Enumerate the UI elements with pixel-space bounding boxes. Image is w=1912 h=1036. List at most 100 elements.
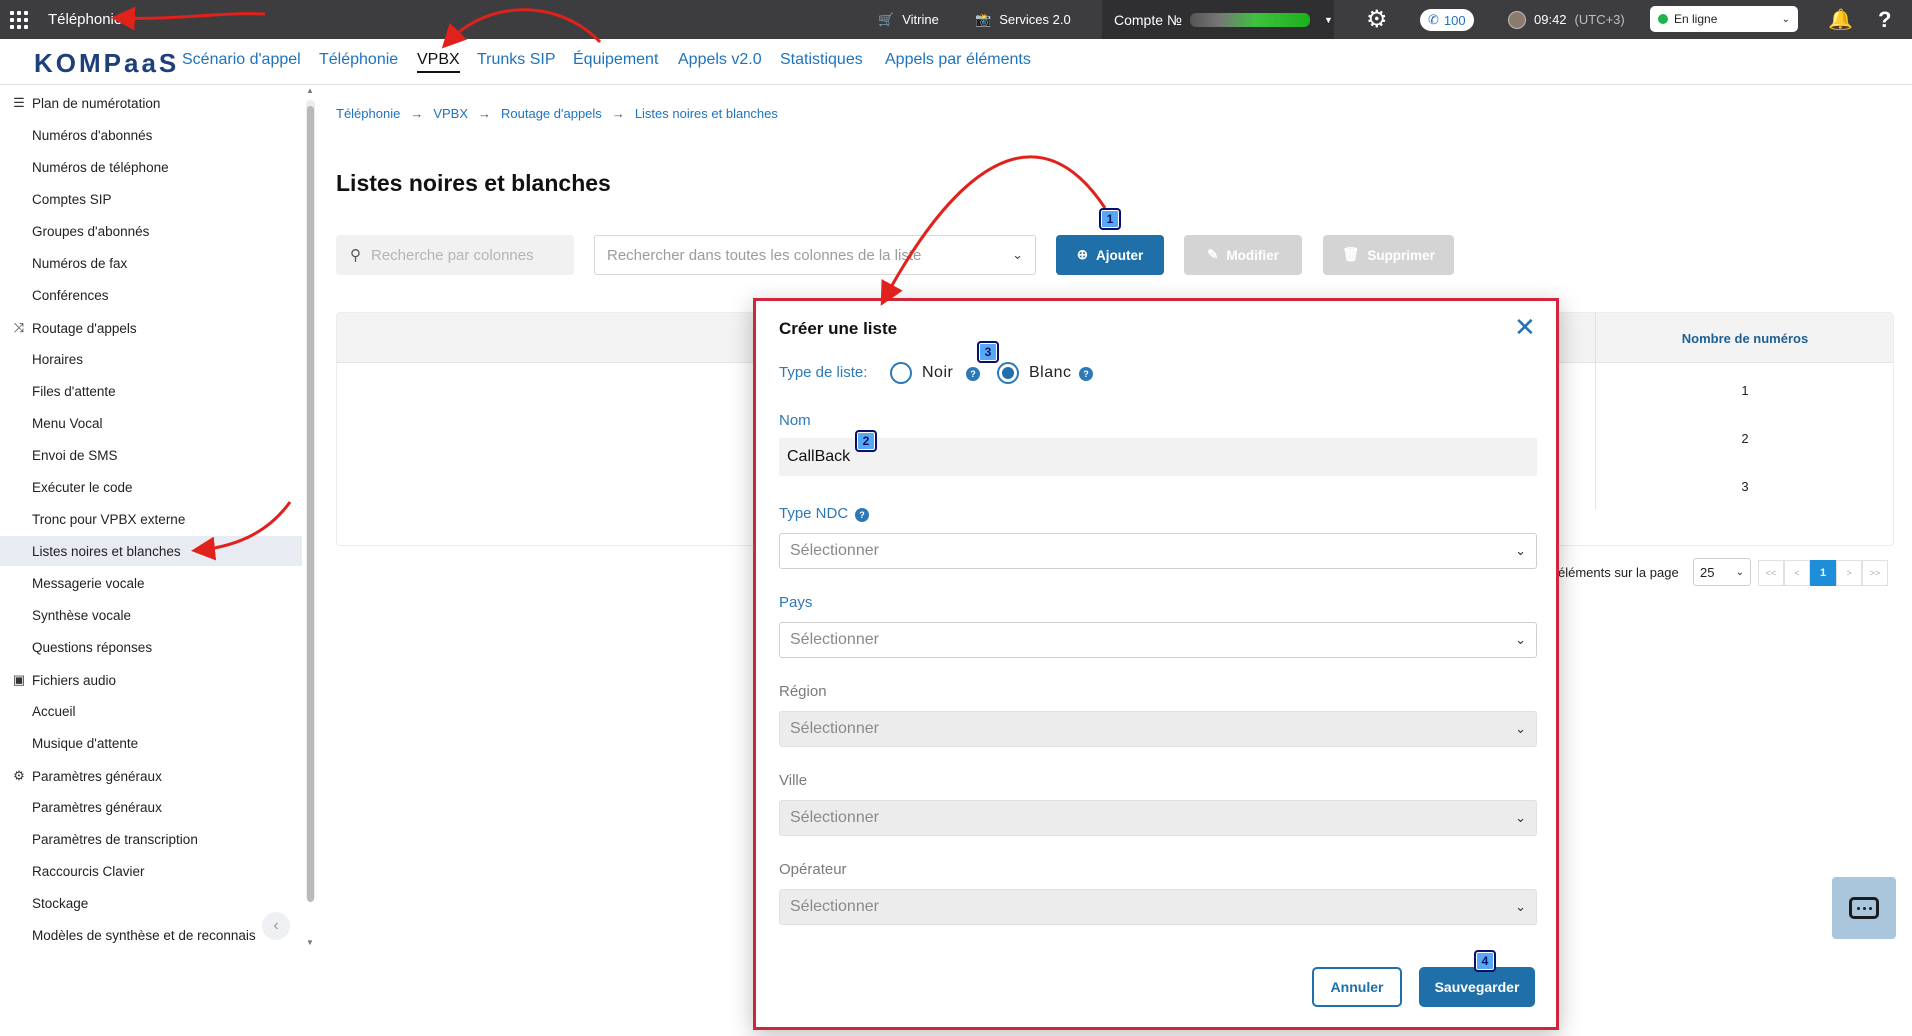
search-columns-input[interactable]: ⚲ Recherche par colonnes xyxy=(336,235,574,275)
sidebar-item-numeros-fax[interactable]: Numéros de fax xyxy=(0,248,302,278)
sidebar-item-questions-reponses[interactable]: Questions réponses xyxy=(0,632,302,662)
cancel-button[interactable]: Annuler xyxy=(1312,967,1402,1007)
sidebar-section-routage[interactable]: ⤨ Routage d'appels xyxy=(0,313,302,343)
tab-statistiques[interactable]: Statistiques xyxy=(780,51,863,69)
app-root: Téléphonie 🛒 Vitrine 📸 Services 2.0 Comp… xyxy=(0,0,1912,1036)
scrollbar-thumb[interactable] xyxy=(307,106,314,902)
region-label: Région xyxy=(779,683,827,700)
delete-button[interactable]: 🗑 Supprimer xyxy=(1323,235,1454,275)
column-header-count[interactable]: Nombre de numéros xyxy=(1596,313,1894,363)
help-blanc-icon[interactable]: ? xyxy=(1079,367,1093,381)
calls-counter[interactable]: ✆ 100 xyxy=(1420,9,1474,31)
sidebar-item-messagerie-vocale[interactable]: Messagerie vocale xyxy=(0,568,302,598)
scroll-up-icon[interactable]: ▲ xyxy=(306,86,314,95)
clock-timezone: (UTC+3) xyxy=(1574,12,1625,27)
breadcrumb-vpbx[interactable]: VPBX xyxy=(433,106,468,121)
sidebar-item-conferences[interactable]: Conférences xyxy=(0,280,302,310)
scroll-down-icon[interactable]: ▼ xyxy=(306,938,314,947)
chevron-down-icon: ⌄ xyxy=(1515,543,1526,558)
sidebar-item-groupes-abonnes[interactable]: Groupes d'abonnés xyxy=(0,216,302,246)
tab-appels-v2[interactable]: Appels v2.0 xyxy=(678,51,762,69)
table-row[interactable]: 1 xyxy=(1596,383,1894,398)
name-input[interactable]: CallBack xyxy=(779,438,1537,476)
sidebar-item-stockage[interactable]: Stockage xyxy=(0,888,302,918)
page-next-button[interactable]: > xyxy=(1836,560,1862,586)
sidebar-item-listes-noires-blanches[interactable]: Listes noires et blanches xyxy=(0,536,302,566)
status-select[interactable]: En ligne ⌄ xyxy=(1650,6,1798,32)
app-title[interactable]: Téléphonie xyxy=(48,0,122,39)
sidebar-item-parametres-transcription[interactable]: Paramètres de transcription xyxy=(0,824,302,854)
tab-telephonie[interactable]: Téléphonie xyxy=(319,51,398,69)
sidebar-item-parametres-generaux[interactable]: Paramètres généraux xyxy=(0,792,302,822)
sidebar-item-comptes-sip[interactable]: Comptes SIP xyxy=(0,184,302,214)
account-selector[interactable]: Compte № ▼ xyxy=(1102,0,1334,39)
sidebar-item-files-attente[interactable]: Files d'attente xyxy=(0,376,302,406)
sidebar-item-raccourcis-clavier[interactable]: Raccourcis Clavier xyxy=(0,856,302,886)
country-select[interactable]: Sélectionner ⌄ xyxy=(779,622,1537,658)
user-clock[interactable]: 09:42 (UTC+3) xyxy=(1508,0,1625,39)
sidebar-item-executer-code[interactable]: Exécuter le code xyxy=(0,472,302,502)
operator-select[interactable]: Sélectionner ⌄ xyxy=(779,889,1537,925)
sidebar-section-numerotation[interactable]: ☰ Plan de numérotation xyxy=(0,88,302,118)
page-current-button[interactable]: 1 xyxy=(1810,560,1836,586)
tab-scenario[interactable]: Scénario d'appel xyxy=(182,51,301,69)
sidebar-item-horaires[interactable]: Horaires xyxy=(0,344,302,374)
page-first-button[interactable]: << xyxy=(1758,560,1784,586)
per-page-select[interactable]: 25 ⌄ xyxy=(1693,558,1751,586)
ndc-type-label: Type NDC xyxy=(779,505,849,522)
sidebar-item-tronc-vpbx[interactable]: Tronc pour VPBX externe xyxy=(0,504,302,534)
trash-icon: 🗑 xyxy=(1342,247,1360,262)
vitrine-link[interactable]: 🛒 Vitrine xyxy=(878,0,939,39)
page-prev-button[interactable]: < xyxy=(1784,560,1810,586)
sidebar-item-accueil[interactable]: Accueil xyxy=(0,696,302,726)
sidebar-item-synthese-vocale[interactable]: Synthèse vocale xyxy=(0,600,302,630)
sidebar-item-numeros-telephone[interactable]: Numéros de téléphone xyxy=(0,152,302,182)
bell-icon[interactable]: 🔔 xyxy=(1828,0,1853,39)
region-select[interactable]: Sélectionner ⌄ xyxy=(779,711,1537,747)
chat-support-button[interactable] xyxy=(1832,877,1896,939)
sidebar-section-parametres[interactable]: ⚙ Paramètres généraux xyxy=(0,761,302,791)
sidebar-item-menu-vocal[interactable]: Menu Vocal xyxy=(0,408,302,438)
help-icon[interactable]: ? xyxy=(1878,0,1891,39)
page-last-button[interactable]: >> xyxy=(1862,560,1888,586)
sidebar-scrollbar[interactable] xyxy=(306,100,315,902)
sidebar-section-fichiers-audio[interactable]: ▣ Fichiers audio xyxy=(0,665,302,695)
settings-gear-icon[interactable]: ⚙ xyxy=(1366,0,1388,39)
services-label: Services 2.0 xyxy=(999,12,1071,27)
tab-trunks-sip[interactable]: Trunks SIP xyxy=(477,51,556,69)
close-icon[interactable]: ✕ xyxy=(1514,314,1536,340)
help-noir-icon[interactable]: ? xyxy=(966,367,980,381)
services-link[interactable]: 📸 Services 2.0 xyxy=(975,0,1071,39)
radio-noir[interactable] xyxy=(890,362,912,384)
tab-appels-par-elements[interactable]: Appels par éléments xyxy=(885,51,1031,69)
apps-grid-icon[interactable] xyxy=(10,0,30,39)
radio-noir-label[interactable]: Noir xyxy=(922,364,953,382)
sidebar-item-modeles-synthese[interactable]: Modèles de synthèse et de reconnais xyxy=(0,920,302,950)
breadcrumb-telephonie[interactable]: Téléphonie xyxy=(336,106,400,121)
sidebar-item-numeros-abonnes[interactable]: Numéros d'abonnés xyxy=(0,120,302,150)
logo[interactable]: KOMPaaS xyxy=(34,48,179,79)
edit-button[interactable]: ✎ Modifier xyxy=(1184,235,1302,275)
top-bar: Téléphonie 🛒 Vitrine 📸 Services 2.0 Comp… xyxy=(0,0,1912,39)
step-badge-4: 4 xyxy=(1474,950,1496,972)
help-ndc-icon[interactable]: ? xyxy=(855,508,869,522)
radio-blanc[interactable] xyxy=(997,362,1019,384)
search-all-select[interactable]: Rechercher dans toutes les colonnes de l… xyxy=(594,235,1036,275)
collapse-sidebar-icon[interactable]: ‹ xyxy=(262,912,290,940)
radio-blanc-label[interactable]: Blanc xyxy=(1029,364,1072,382)
tab-equipement[interactable]: Équipement xyxy=(573,51,658,69)
breadcrumb-current[interactable]: Listes noires et blanches xyxy=(635,106,778,121)
ndc-type-select[interactable]: Sélectionner ⌄ xyxy=(779,533,1537,569)
sidebar-item-musique-attente[interactable]: Musique d'attente xyxy=(0,728,302,758)
sidebar-item-envoi-sms[interactable]: Envoi de SMS xyxy=(0,440,302,470)
table-row[interactable]: 2 xyxy=(1596,431,1894,446)
city-select[interactable]: Sélectionner ⌄ xyxy=(779,800,1537,836)
save-button[interactable]: Sauvegarder xyxy=(1419,967,1535,1007)
add-button[interactable]: ⊕ Ajouter xyxy=(1056,235,1164,275)
breadcrumb-routage[interactable]: Routage d'appels xyxy=(501,106,602,121)
tab-vpbx[interactable]: VPBX xyxy=(417,51,460,73)
table-row[interactable]: 3 xyxy=(1596,479,1894,494)
avatar xyxy=(1508,10,1526,29)
routing-icon: ⤨ xyxy=(13,320,25,335)
chevron-down-icon: ⌄ xyxy=(1515,810,1526,825)
